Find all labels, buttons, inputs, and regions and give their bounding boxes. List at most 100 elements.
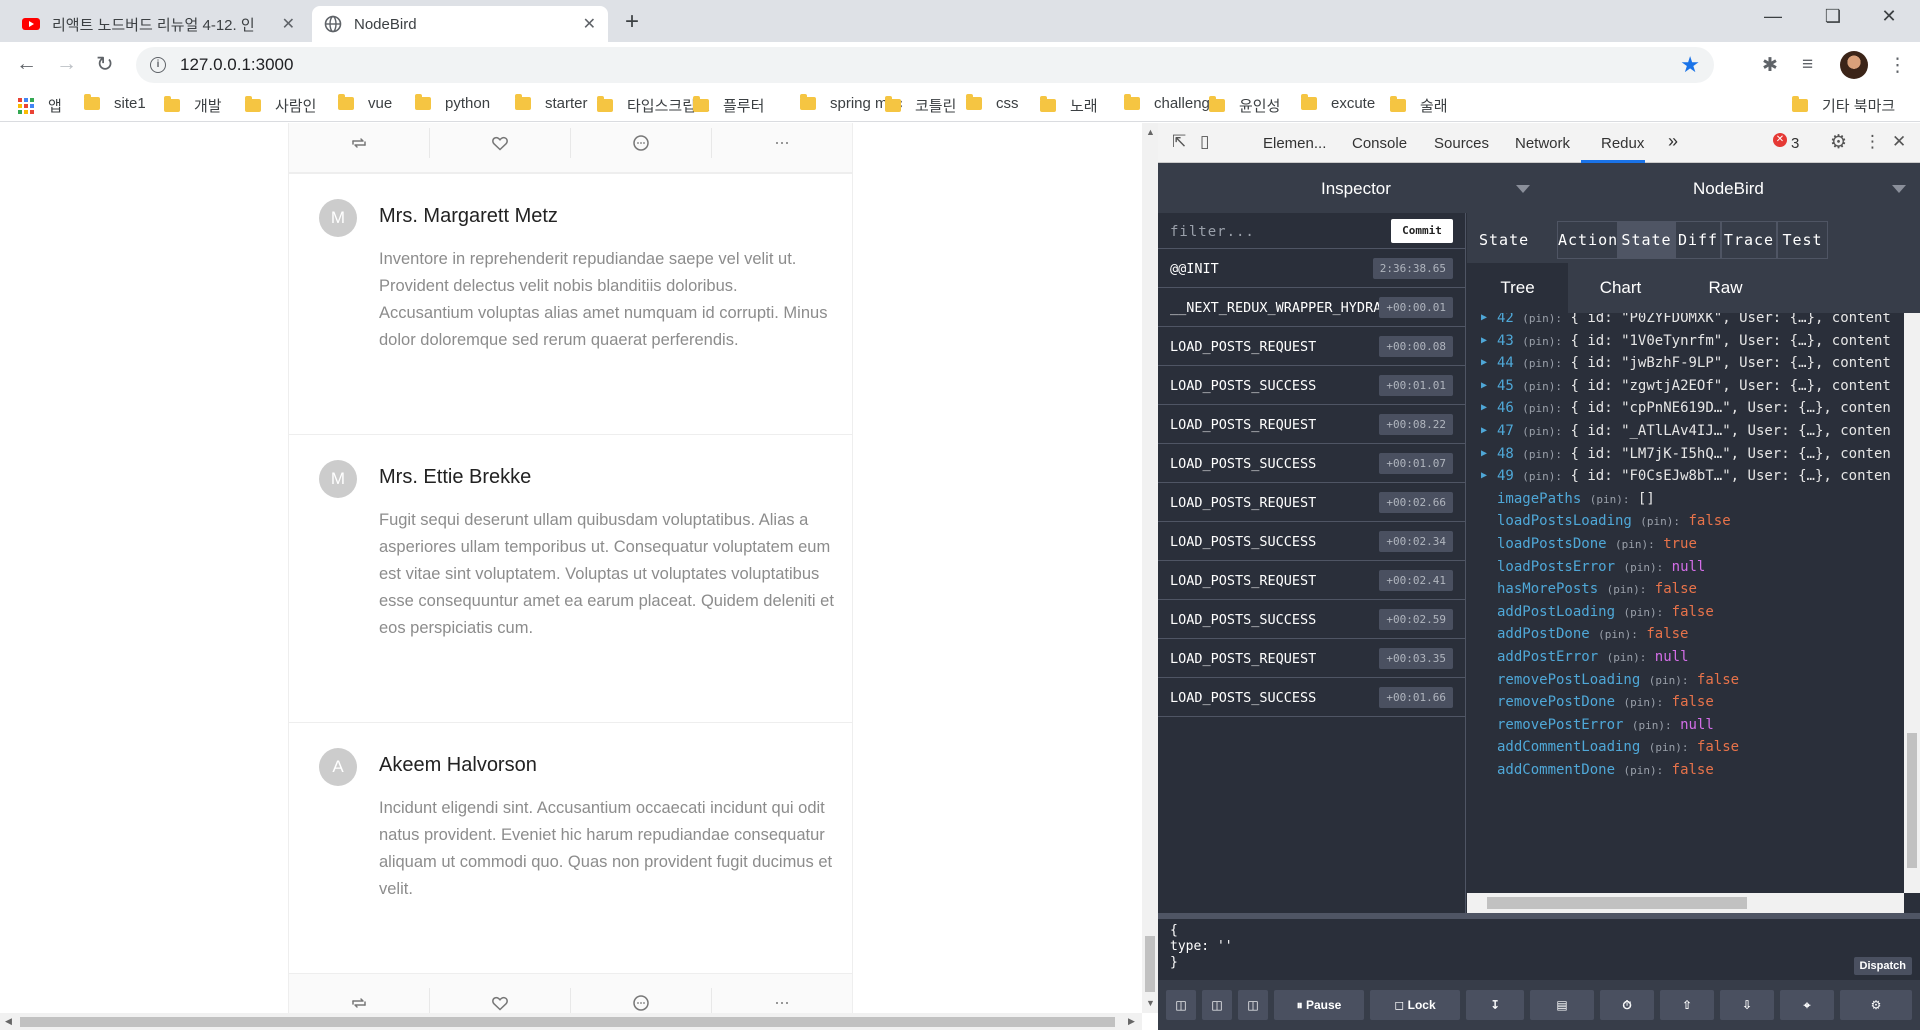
profile-avatar[interactable] — [1840, 51, 1868, 79]
bookmark-folder[interactable]: 플루터 — [693, 95, 764, 116]
tab-state[interactable]: State — [1618, 221, 1675, 259]
bookmark-folder[interactable]: 술래 — [1390, 95, 1448, 116]
tab-sources[interactable]: Sources — [1434, 135, 1489, 152]
slider-icon[interactable]: ▤ — [1530, 990, 1594, 1020]
address-bar[interactable]: i 127.0.0.1:3000 ★ — [136, 47, 1714, 83]
tab-trace[interactable]: Trace — [1721, 221, 1777, 259]
timer-icon[interactable]: ⏱ — [1600, 990, 1654, 1020]
instance-select[interactable]: NodeBird — [1693, 179, 1764, 199]
tab-tree[interactable]: Tree — [1467, 263, 1568, 313]
tree-row-state[interactable]: addCommentLoading (pin): false — [1497, 739, 1739, 759]
caret-right-icon[interactable]: ▶ — [1481, 380, 1487, 391]
bookmark-apps[interactable]: 앱 — [18, 95, 62, 116]
bookmark-folder[interactable]: vue — [338, 94, 392, 112]
tree-row-state[interactable]: addPostDone (pin): false — [1497, 626, 1689, 646]
tab-youtube[interactable]: 리액트 노드버드 리뉴얼 4-12. 인 ✕ — [10, 6, 307, 42]
error-count[interactable]: 3 — [1791, 135, 1799, 152]
chevron-down-icon[interactable] — [1516, 185, 1530, 193]
tree-row-state[interactable]: removePostLoading (pin): false — [1497, 672, 1739, 692]
lock-button[interactable]: ◻ Lock — [1370, 990, 1460, 1020]
bookmark-other[interactable]: 기타 북마크 — [1792, 95, 1895, 116]
devtools-close-icon[interactable]: ✕ — [1892, 132, 1906, 152]
tab-raw[interactable]: Raw — [1673, 263, 1778, 313]
bookmark-folder[interactable]: starter — [515, 94, 588, 112]
action-list-item[interactable]: LOAD_POSTS_REQUEST +00:00.08 — [1158, 327, 1465, 366]
tree-row-state[interactable]: addPostLoading (pin): false — [1497, 604, 1714, 624]
device-toolbar-icon[interactable]: ▯ — [1200, 132, 1209, 152]
tree-row-state[interactable]: loadPostsDone (pin): true — [1497, 536, 1697, 556]
tree-row-state[interactable]: loadPostsLoading (pin): false — [1497, 513, 1731, 533]
tree-row-state[interactable]: loadPostsError (pin): null — [1497, 559, 1705, 579]
avatar[interactable]: A — [319, 748, 357, 786]
avatar[interactable]: M — [319, 460, 357, 498]
inspector-select[interactable]: Inspector — [1321, 179, 1391, 199]
bookmark-folder[interactable]: 개발 — [164, 95, 222, 116]
action-list-item[interactable]: LOAD_POSTS_SUCCESS +00:02.59 — [1158, 600, 1465, 639]
scroll-thumb[interactable] — [1487, 897, 1747, 909]
tree-row-state[interactable]: addCommentDone (pin): false — [1497, 762, 1714, 782]
tree-row-state[interactable]: addPostError (pin): null — [1497, 649, 1689, 669]
retweet-button[interactable] — [289, 988, 430, 1013]
minimize-icon[interactable]: — — [1750, 6, 1796, 27]
playlist-icon[interactable]: ≡ — [1802, 54, 1813, 76]
bookmark-folder[interactable]: 사람인 — [245, 95, 316, 116]
bookmark-folder[interactable]: css — [966, 94, 1019, 112]
tree-row-post[interactable]: ▶ 44 (pin): { id: "jwBzhF-9LP", User: {…}… — [1481, 355, 1891, 375]
tree-row-post[interactable]: ▶ 49 (pin): { id: "F0CsEJw8bT…", User: {…… — [1481, 468, 1891, 488]
tree-row-state[interactable]: hasMorePosts (pin): false — [1497, 581, 1697, 601]
dock-right-icon[interactable]: ◫ — [1202, 990, 1232, 1020]
caret-right-icon[interactable]: ▶ — [1481, 470, 1487, 481]
devtools-menu-icon[interactable]: ⋮ — [1864, 132, 1881, 152]
maximize-icon[interactable]: ❏ — [1810, 6, 1856, 27]
bookmark-folder[interactable]: python — [415, 94, 490, 112]
bookmark-folder[interactable]: challenge — [1124, 94, 1218, 112]
page-horizontal-scrollbar[interactable]: ◀ ▶ — [0, 1013, 1142, 1030]
tree-row-post[interactable]: ▶ 46 (pin): { id: "cpPnNE619D…", User: {…… — [1481, 400, 1891, 420]
tree-row-post[interactable]: ▶ 45 (pin): { id: "zgwtjA2EOf", User: {…}… — [1481, 378, 1891, 398]
menu-kebab-icon[interactable]: ⋮ — [1888, 54, 1907, 77]
tab-diff[interactable]: Diff — [1675, 221, 1721, 259]
tab-chart[interactable]: Chart — [1568, 263, 1673, 313]
bookmark-folder[interactable]: 코틀린 — [885, 95, 956, 116]
filter-input[interactable]: filter... — [1170, 224, 1255, 240]
page-vertical-scrollbar[interactable]: ▲ ▼ — [1142, 123, 1158, 1013]
action-list-item[interactable]: LOAD_POSTS_REQUEST +00:02.66 — [1158, 483, 1465, 522]
caret-right-icon[interactable]: ▶ — [1481, 448, 1487, 459]
caret-right-icon[interactable]: ▶ — [1481, 425, 1487, 436]
bookmark-folder[interactable]: excute — [1301, 94, 1375, 112]
action-list-item[interactable]: @@INIT 2:36:38.65 — [1158, 249, 1465, 288]
message-button[interactable] — [571, 128, 712, 158]
message-button[interactable] — [571, 988, 712, 1013]
tab-console[interactable]: Console — [1352, 135, 1407, 152]
back-icon[interactable]: ← — [16, 52, 37, 76]
bookmark-folder[interactable]: 노래 — [1040, 95, 1098, 116]
tree-row-state[interactable]: imagePaths (pin): [] — [1497, 491, 1655, 511]
inspect-element-icon[interactable]: ⇱ — [1172, 132, 1186, 152]
dispatch-editor[interactable]: { type: '' } — [1170, 923, 1233, 971]
dock-left-icon[interactable]: ◫ — [1166, 990, 1196, 1020]
pause-button[interactable]: ⏸ Pause — [1274, 990, 1364, 1020]
action-list-item[interactable]: LOAD_POSTS_SUCCESS +00:01.01 — [1158, 366, 1465, 405]
dispatch-button[interactable]: Dispatch — [1853, 957, 1912, 975]
tab-close-icon[interactable]: ✕ — [583, 14, 596, 34]
tab-elements[interactable]: Elemen... — [1263, 135, 1326, 152]
heart-button[interactable] — [430, 988, 571, 1013]
window-close-icon[interactable]: ✕ — [1866, 6, 1912, 27]
tab-test[interactable]: Test — [1777, 221, 1828, 259]
action-list-item[interactable]: LOAD_POSTS_SUCCESS +00:02.34 — [1158, 522, 1465, 561]
ellipsis-button[interactable] — [712, 128, 852, 158]
retweet-button[interactable] — [289, 128, 430, 158]
tab-action[interactable]: Action — [1557, 221, 1618, 259]
gear-icon[interactable]: ⚙ — [1830, 131, 1847, 154]
commit-button[interactable]: Commit — [1391, 219, 1453, 243]
site-info-icon[interactable]: i — [150, 57, 166, 73]
remote-icon[interactable]: ⌖ — [1780, 990, 1834, 1020]
more-tabs-icon[interactable]: » — [1668, 131, 1678, 152]
bookmark-folder[interactable]: site1 — [84, 94, 146, 112]
tab-close-icon[interactable]: ✕ — [282, 14, 295, 34]
action-list-item[interactable]: LOAD_POSTS_REQUEST +00:02.41 — [1158, 561, 1465, 600]
bookmark-folder[interactable]: 윤인성 — [1209, 95, 1280, 116]
settings-gear-icon[interactable]: ⚙ — [1840, 990, 1912, 1020]
avatar[interactable]: M — [319, 199, 357, 237]
action-list-item[interactable]: LOAD_POSTS_SUCCESS +00:01.07 — [1158, 444, 1465, 483]
